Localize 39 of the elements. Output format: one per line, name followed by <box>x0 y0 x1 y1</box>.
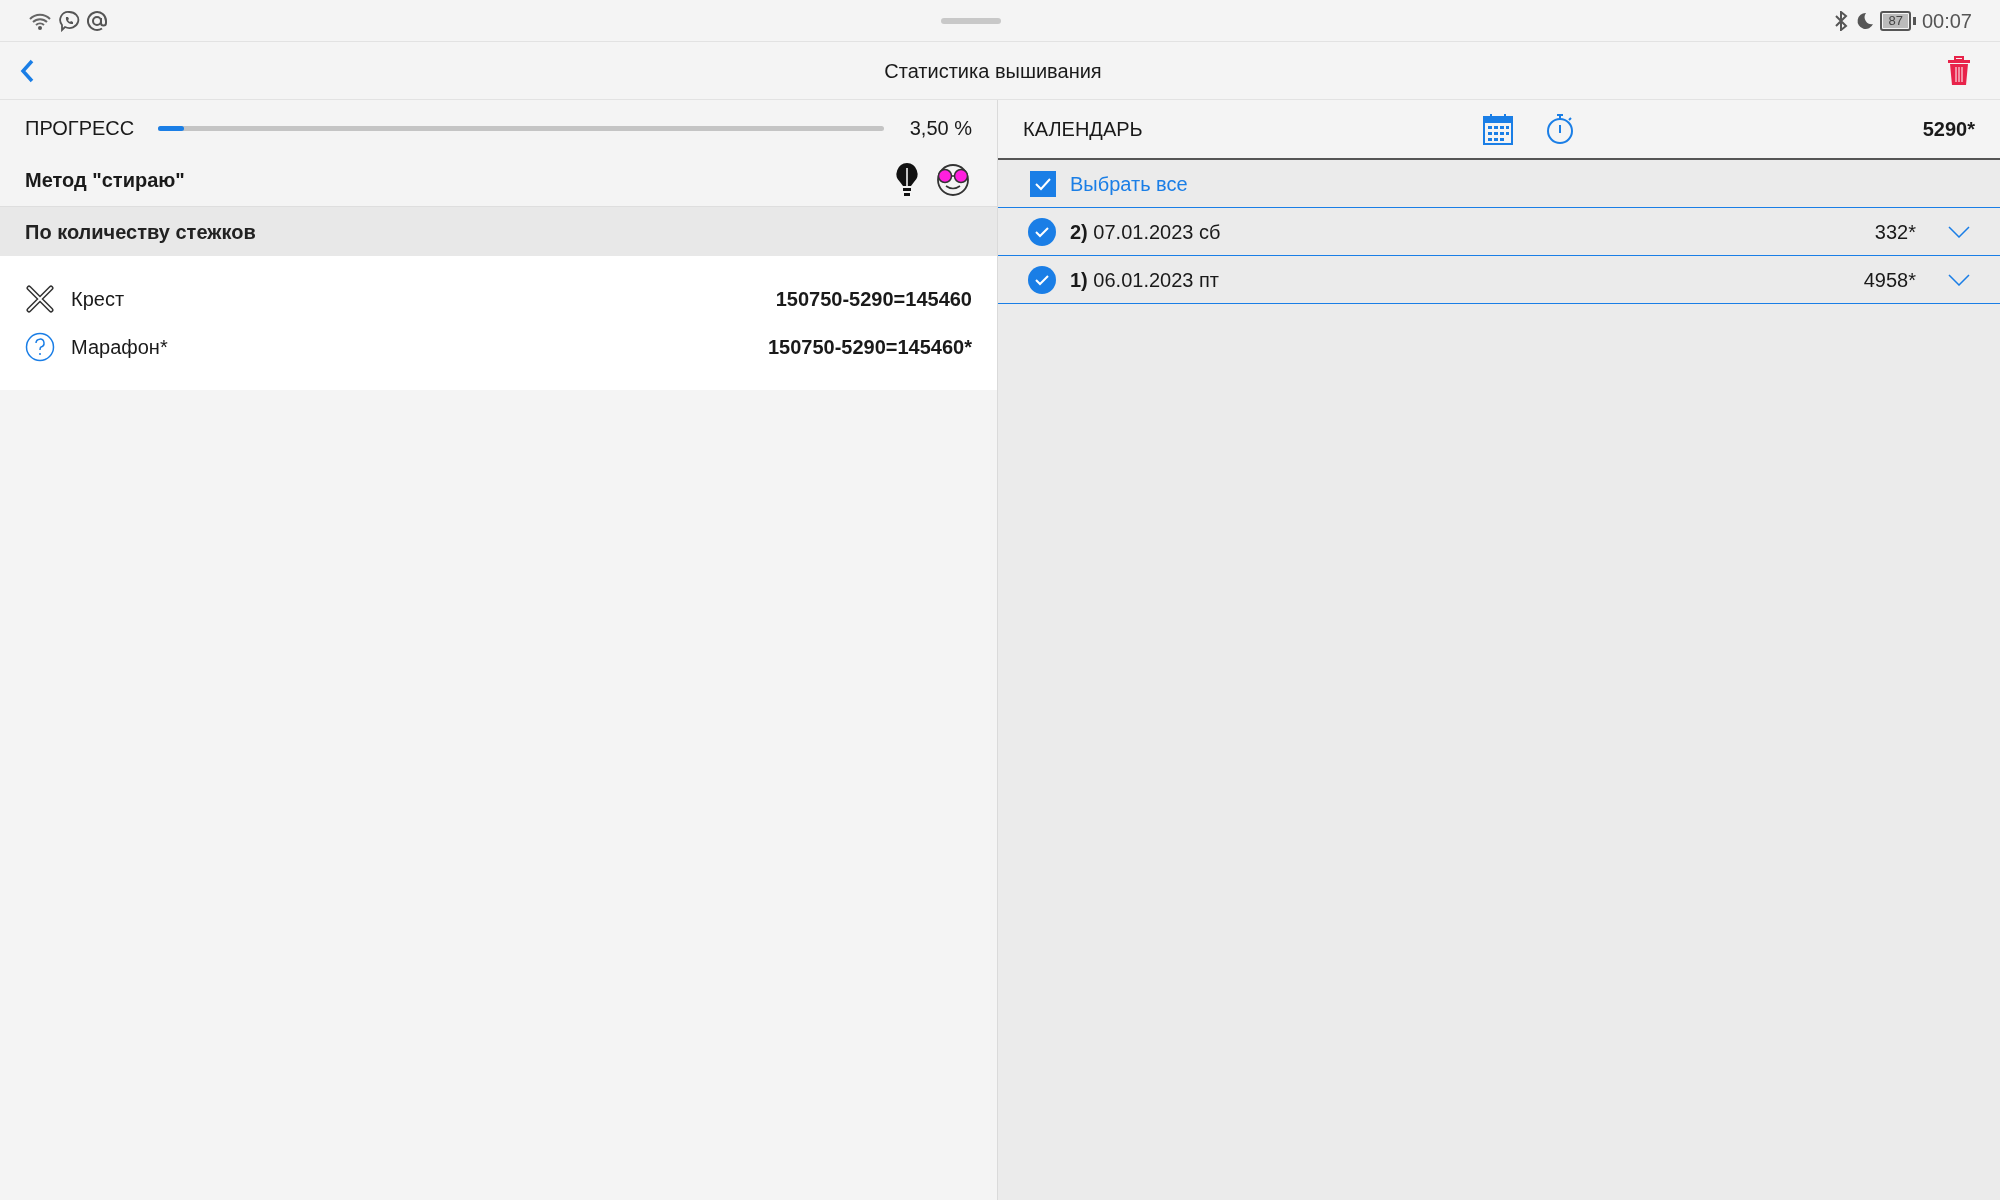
clock-time: 00:07 <box>1921 8 1972 34</box>
glasses-face-icon[interactable] <box>934 163 972 197</box>
method-label: Метод "стираю" <box>25 168 185 193</box>
checkmark-icon <box>1034 225 1050 238</box>
checkmark-icon <box>1034 176 1052 191</box>
phone-chat-icon <box>58 9 80 32</box>
stitch-count: 150750-5290=145460 <box>775 287 972 312</box>
screen-title: Статистика вышивания <box>884 58 1102 84</box>
question-icon <box>25 332 55 362</box>
day-row[interactable]: 2) 07.01.2023 сб 332* <box>998 208 2000 256</box>
section-heading: По количеству стежков <box>25 219 256 245</box>
cross-stitch-icon <box>26 285 54 313</box>
day-check[interactable] <box>1028 265 1056 294</box>
battery-level: 87 <box>1883 13 1908 28</box>
calendar-total: 5290* <box>1922 117 1975 142</box>
day-check[interactable] <box>1028 217 1056 246</box>
stitch-name: Марафон* <box>71 335 168 360</box>
day-date: 1) 06.01.2023 пт <box>1070 267 1219 293</box>
progress-label: ПРОГРЕСС <box>25 116 135 141</box>
drag-handle[interactable] <box>941 17 1002 24</box>
chevron-down-icon[interactable] <box>1948 225 1970 238</box>
bluetooth-icon <box>1834 10 1849 31</box>
stitch-count: 150750-5290=145460* <box>767 335 972 360</box>
day-count: 332* <box>1874 219 1916 245</box>
at-sign-icon <box>86 9 108 32</box>
day-count: 4958* <box>1863 267 1916 293</box>
stopwatch-icon[interactable] <box>1545 113 1575 145</box>
lightbulb-icon[interactable] <box>894 162 920 198</box>
delete-button[interactable] <box>1946 54 1972 87</box>
chevron-down-icon[interactable] <box>1948 273 1970 286</box>
day-row[interactable]: 1) 06.01.2023 пт 4958* <box>998 256 2000 304</box>
calendar-title: КАЛЕНДАРЬ <box>1023 117 1144 142</box>
calendar-icon[interactable] <box>1483 113 1513 145</box>
checkmark-icon <box>1034 273 1050 286</box>
progress-percent: 3,50 % <box>908 116 972 141</box>
select-all-label: Выбрать все <box>1070 171 1188 197</box>
select-all-checkbox[interactable] <box>1030 170 1056 197</box>
day-date: 2) 07.01.2023 сб <box>1070 219 1221 245</box>
stitch-name: Крест <box>71 287 125 312</box>
